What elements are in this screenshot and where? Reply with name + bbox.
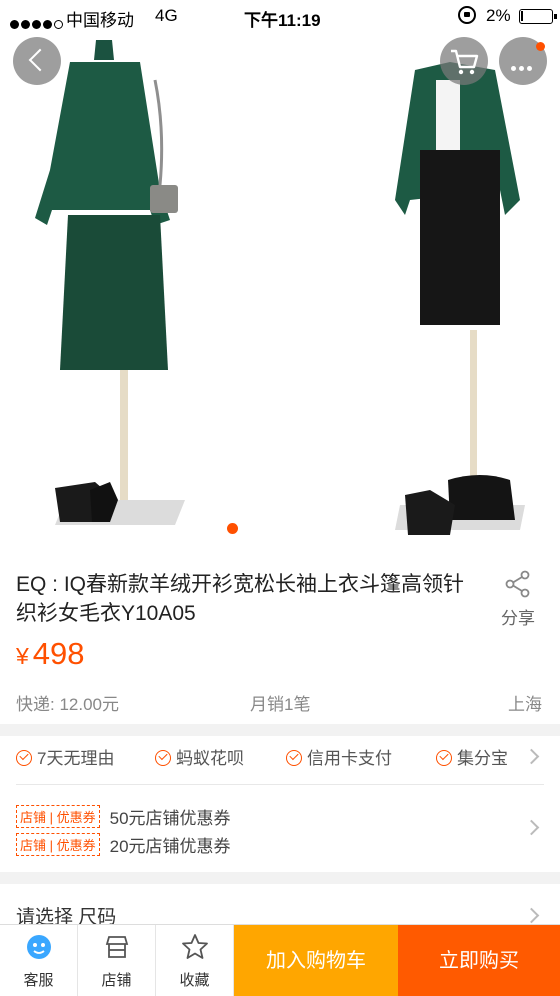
notification-dot — [536, 42, 545, 51]
shop-tab[interactable]: 店铺 — [78, 925, 156, 996]
guarantee-item: 集分宝 — [436, 744, 508, 769]
chevron-right-icon — [523, 819, 540, 836]
bottom-action-bar: 客服 店铺 收藏 加入购物车 立即购买 — [0, 924, 560, 996]
star-icon — [182, 934, 208, 959]
more-icon — [511, 58, 535, 76]
back-button[interactable] — [13, 37, 61, 85]
shop-label: 店铺 — [101, 972, 132, 989]
favorite-label: 收藏 — [179, 972, 210, 989]
cart-button[interactable] — [440, 37, 488, 85]
chevron-right-icon — [523, 907, 540, 924]
network-type: 4G — [155, 6, 178, 25]
price-value: 498 — [32, 636, 85, 671]
coupon-item[interactable]: 店铺 | 优惠券 50元店铺优惠券 — [16, 804, 231, 829]
currency-symbol: ¥ — [16, 643, 29, 669]
coupon-item[interactable]: 店铺 | 优惠券 20元店铺优惠券 — [16, 832, 231, 857]
service-label: 客服 — [23, 972, 54, 989]
divider-line — [16, 784, 544, 785]
product-image-gallery[interactable] — [0, 0, 560, 560]
buy-now-button[interactable]: 立即购买 — [398, 925, 560, 996]
battery-icon — [519, 9, 557, 24]
check-icon — [286, 750, 302, 766]
cart-icon — [451, 49, 479, 75]
add-to-cart-button[interactable]: 加入购物车 — [234, 925, 398, 996]
share-label: 分享 — [501, 609, 535, 628]
service-icon — [27, 935, 51, 959]
section-divider — [0, 872, 560, 884]
status-bar: 中国移动 4G 下午11:19 2% — [0, 0, 560, 32]
share-icon — [505, 570, 530, 598]
rotation-lock-icon — [458, 6, 476, 24]
check-icon — [155, 750, 171, 766]
product-price: ¥498 — [16, 636, 85, 672]
service-guarantees-row[interactable]: 7天无理由 蚂蚁花呗 信用卡支付 集分宝 — [0, 738, 560, 774]
coupon-text: 20元店铺优惠券 — [109, 837, 231, 856]
guarantee-item: 7天无理由 — [16, 744, 114, 769]
more-button[interactable] — [499, 37, 547, 85]
monthly-sales: 月销1笔 — [250, 695, 311, 714]
shop-icon — [105, 936, 129, 958]
battery-percent: 2% — [486, 6, 511, 25]
ship-from-location: 上海 — [508, 695, 542, 714]
guarantee-item: 信用卡支付 — [286, 744, 392, 769]
gallery-page-indicator — [227, 523, 238, 534]
product-title: EQ : IQ春新款羊绒开衫宽松长袖上衣斗篷高领针织衫女毛衣Y10A05 — [16, 573, 465, 625]
guarantee-item: 蚂蚁花呗 — [155, 744, 244, 769]
section-divider — [0, 724, 560, 736]
share-button[interactable]: 分享 — [490, 570, 546, 629]
carrier-name: 中国移动 — [66, 11, 134, 30]
favorite-tab[interactable]: 收藏 — [156, 925, 234, 996]
chevron-right-icon — [523, 748, 540, 765]
check-icon — [16, 750, 32, 766]
signal-strength-icon — [10, 14, 65, 34]
customer-service-tab[interactable]: 客服 — [0, 925, 78, 996]
coupon-tag: 店铺 | 优惠券 — [16, 833, 100, 856]
coupon-tag: 店铺 | 优惠券 — [16, 805, 100, 828]
status-time: 下午11:19 — [244, 11, 321, 30]
shipping-fee: 快递: 12.00元 — [16, 695, 119, 714]
check-icon — [436, 750, 452, 766]
coupon-text: 50元店铺优惠券 — [109, 809, 231, 828]
